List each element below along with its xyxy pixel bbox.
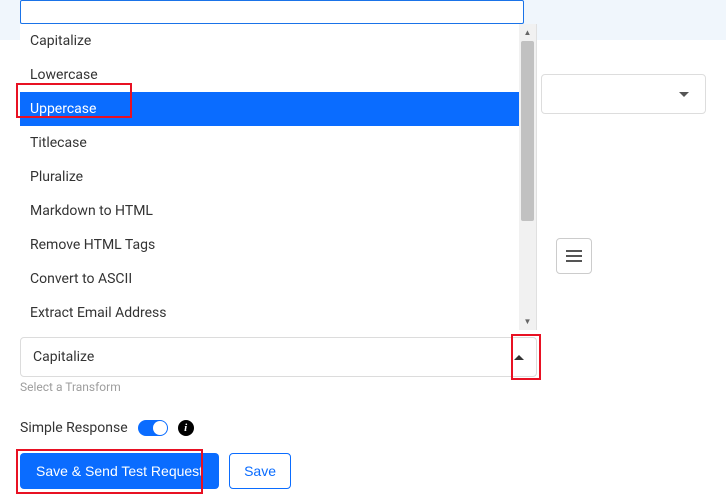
option-markdown-html[interactable]: Markdown to HTML (20, 194, 519, 228)
option-lowercase[interactable]: Lowercase (20, 58, 519, 92)
option-pluralize[interactable]: Pluralize (20, 160, 519, 194)
search-input[interactable] (20, 0, 524, 24)
save-button[interactable]: Save (229, 453, 291, 489)
toggle-knob (153, 421, 167, 435)
simple-response-toggle[interactable] (138, 420, 168, 436)
options-list: Capitalize Lowercase Uppercase Titlecase… (20, 24, 519, 330)
chevron-up-icon (514, 355, 524, 360)
dropdown-panel: Capitalize Lowercase Uppercase Titlecase… (20, 24, 537, 330)
scrollbar[interactable]: ▲ ▼ (519, 24, 536, 330)
select-helper-text: Select a Transform (20, 380, 121, 394)
transform-select-value: Capitalize (33, 349, 514, 365)
option-extract-email[interactable]: Extract Email Address (20, 296, 519, 330)
save-send-button[interactable]: Save & Send Test Request (20, 453, 219, 489)
hamburger-icon (566, 250, 582, 262)
info-icon[interactable]: i (178, 420, 194, 436)
scroll-down-icon[interactable]: ▼ (519, 313, 536, 330)
option-uppercase[interactable]: Uppercase (20, 92, 519, 126)
transform-select[interactable]: Capitalize (20, 337, 537, 377)
background-select[interactable] (541, 74, 706, 114)
scrollbar-thumb[interactable] (521, 41, 534, 221)
menu-button[interactable] (556, 238, 592, 274)
option-remove-html[interactable]: Remove HTML Tags (20, 228, 519, 262)
chevron-down-icon (679, 92, 689, 97)
option-convert-ascii[interactable]: Convert to ASCII (20, 262, 519, 296)
simple-response-label: Simple Response (20, 420, 128, 436)
button-row: Save & Send Test Request Save (20, 453, 291, 489)
option-titlecase[interactable]: Titlecase (20, 126, 519, 160)
scroll-up-icon[interactable]: ▲ (519, 24, 536, 41)
simple-response-row: Simple Response i (20, 420, 194, 436)
option-capitalize[interactable]: Capitalize (20, 24, 519, 58)
